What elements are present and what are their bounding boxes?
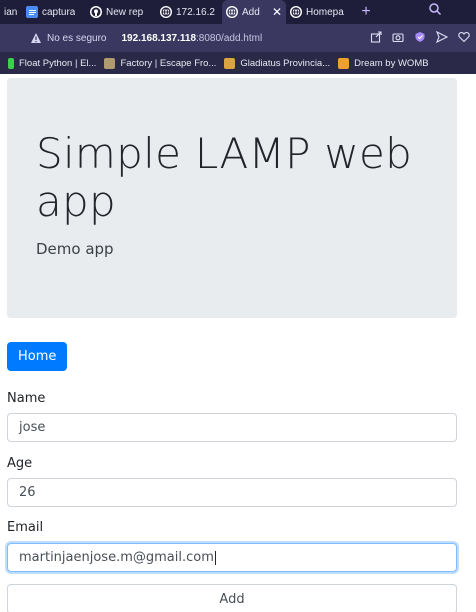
page-title: Simple LAMP web app bbox=[36, 129, 413, 226]
tab-label: Homepa bbox=[306, 6, 344, 18]
add-button[interactable]: Add bbox=[7, 584, 457, 612]
bookmark-label: Dream by WOMB bbox=[354, 57, 429, 69]
bookmark-dream-womb[interactable]: Dream by WOMB bbox=[338, 57, 429, 69]
bookmark-icon bbox=[338, 57, 350, 69]
plus-icon: + bbox=[361, 3, 371, 20]
age-input[interactable]: 26 bbox=[7, 478, 457, 507]
email-input-value: martinjaenjose.m@gmail.com bbox=[19, 550, 214, 565]
tab-label: 172.16.2 bbox=[176, 6, 215, 18]
bookmark-label: Factory | Escape Fro... bbox=[120, 57, 217, 69]
age-label: Age bbox=[7, 456, 33, 471]
vpn-shield-icon[interactable] bbox=[414, 31, 426, 43]
bookmark-icon bbox=[104, 57, 116, 69]
tab-add-active[interactable]: Add ✕ bbox=[222, 0, 286, 24]
tab-label: New rep bbox=[106, 6, 144, 18]
new-tab-button[interactable]: + bbox=[352, 0, 380, 24]
name-label: Name bbox=[7, 391, 46, 406]
home-button[interactable]: Home bbox=[7, 342, 68, 371]
globe-icon bbox=[290, 6, 302, 18]
email-label: Email bbox=[7, 520, 44, 535]
page-subtitle: Demo app bbox=[36, 240, 114, 258]
name-input-value: jose bbox=[19, 420, 46, 435]
name-input[interactable]: jose bbox=[7, 413, 457, 442]
bookmark-float-python[interactable]: Float Python | El... bbox=[8, 57, 97, 69]
bookmarks-bar: Float Python | El... Factory | Escape Fr… bbox=[0, 52, 476, 74]
tab-label: Add bbox=[242, 6, 260, 18]
camera-icon[interactable] bbox=[392, 31, 404, 43]
url-path: :8080/add.html bbox=[196, 32, 263, 44]
tab-label: captura bbox=[42, 6, 76, 18]
tab-strip: ian captura New rep 172.16.2 Add ✕ Homep… bbox=[0, 0, 476, 24]
tab-partial[interactable]: ian bbox=[0, 0, 22, 24]
globe-icon bbox=[160, 6, 172, 18]
send-icon[interactable] bbox=[435, 30, 449, 44]
tab-captura[interactable]: captura bbox=[22, 0, 86, 24]
search-tabs-icon[interactable] bbox=[428, 2, 442, 16]
jumbotron: Simple LAMP web app Demo app bbox=[7, 78, 457, 318]
bookmark-icon bbox=[8, 57, 14, 69]
bookmark-label: Gladiatus Provincia... bbox=[240, 57, 331, 69]
age-input-value: 26 bbox=[19, 485, 36, 500]
warning-icon[interactable] bbox=[30, 32, 42, 44]
url-host: 192.168.137.118 bbox=[121, 32, 197, 44]
text-caret bbox=[214, 550, 216, 565]
bookmark-factory[interactable]: Factory | Escape Fro... bbox=[104, 57, 217, 69]
bookmark-gladiatus[interactable]: Gladiatus Provincia... bbox=[224, 57, 331, 69]
tab-new-repo[interactable]: New rep bbox=[86, 0, 156, 24]
address-bar-actions bbox=[370, 30, 470, 44]
docs-icon bbox=[26, 6, 38, 18]
globe-icon bbox=[226, 6, 238, 18]
share-icon[interactable] bbox=[370, 31, 382, 43]
address-bar[interactable]: No es seguro 192.168.137.118:8080/add.ht… bbox=[0, 24, 476, 52]
tab-label: ian bbox=[4, 6, 18, 18]
tab-homepage[interactable]: Homepa bbox=[286, 0, 352, 24]
page-viewport: Simple LAMP web app Demo app Home Name j… bbox=[0, 74, 476, 612]
security-status[interactable]: No es seguro bbox=[47, 33, 106, 44]
tab-172[interactable]: 172.16.2 bbox=[156, 0, 222, 24]
close-icon[interactable]: ✕ bbox=[272, 5, 282, 19]
github-icon bbox=[90, 6, 102, 18]
url-text[interactable]: 192.168.137.118:8080/add.html bbox=[121, 33, 262, 44]
bookmark-label: Float Python | El... bbox=[19, 57, 97, 69]
bookmark-icon bbox=[224, 57, 236, 69]
heart-icon[interactable] bbox=[458, 31, 470, 43]
email-input[interactable]: martinjaenjose.m@gmail.com bbox=[7, 543, 457, 572]
